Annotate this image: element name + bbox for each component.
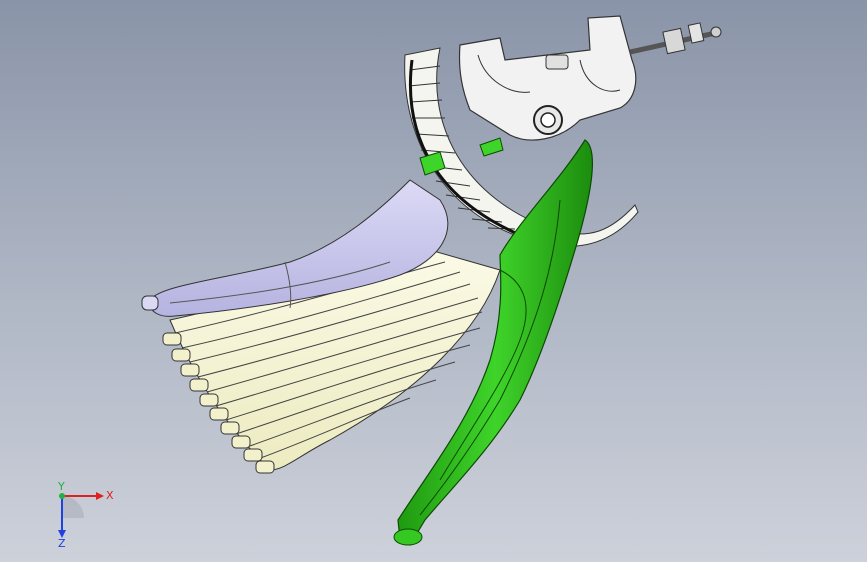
view-orientation-triad: X Y Z <box>57 480 114 548</box>
cad-viewport[interactable]: X Y Z <box>0 0 867 562</box>
mounting-bracket[interactable] <box>458 15 637 141</box>
x-axis-label: X <box>106 489 114 502</box>
y-axis-dot <box>59 493 65 499</box>
adjuster-bolt[interactable] <box>629 22 722 55</box>
z-axis-label: Z <box>58 537 66 548</box>
y-axis-label: Y <box>57 480 65 493</box>
handbrake-assembly-model[interactable] <box>0 0 867 562</box>
x-axis-arrowhead <box>96 492 104 500</box>
